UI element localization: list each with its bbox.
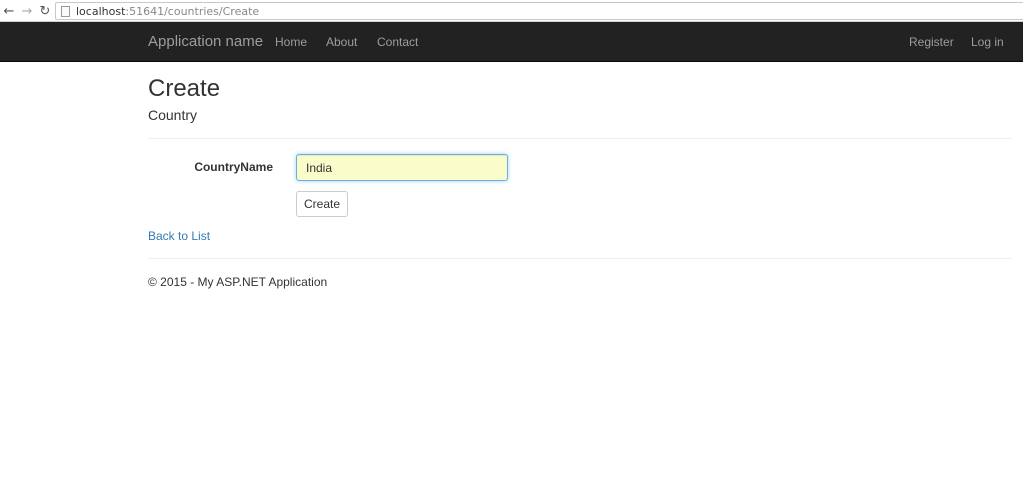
page-title: Create — [148, 75, 221, 102]
country-name-label: CountryName — [194, 160, 273, 174]
brand-link[interactable]: Application name — [148, 33, 263, 50]
address-bar[interactable]: localhost:51641/countries/Create — [55, 2, 1023, 20]
url-path: :51641/countries/Create — [125, 4, 260, 18]
nav-home-link[interactable]: Home — [275, 35, 307, 49]
page-subtitle: Country — [148, 107, 198, 123]
browser-toolbar: ← → ↻ localhost:51641/countries/Create — [0, 0, 1023, 22]
footer-divider — [148, 258, 1012, 259]
forward-arrow-icon[interactable]: → — [19, 3, 35, 19]
top-navbar: Application name Home About Contact Regi… — [0, 22, 1023, 62]
nav-login-link[interactable]: Log in — [971, 35, 1004, 49]
reload-icon[interactable]: ↻ — [37, 3, 53, 19]
nav-about-link[interactable]: About — [326, 35, 357, 49]
url-host: localhost — [76, 4, 126, 18]
create-button[interactable]: Create — [296, 191, 348, 217]
nav-register-link[interactable]: Register — [909, 35, 954, 49]
back-arrow-icon[interactable]: ← — [1, 3, 17, 19]
divider — [148, 138, 1012, 139]
footer-text: © 2015 - My ASP.NET Application — [148, 275, 328, 289]
country-name-input[interactable] — [296, 154, 508, 181]
nav-contact-link[interactable]: Contact — [377, 35, 418, 49]
page-icon — [61, 5, 70, 17]
back-to-list-link[interactable]: Back to List — [148, 229, 210, 243]
